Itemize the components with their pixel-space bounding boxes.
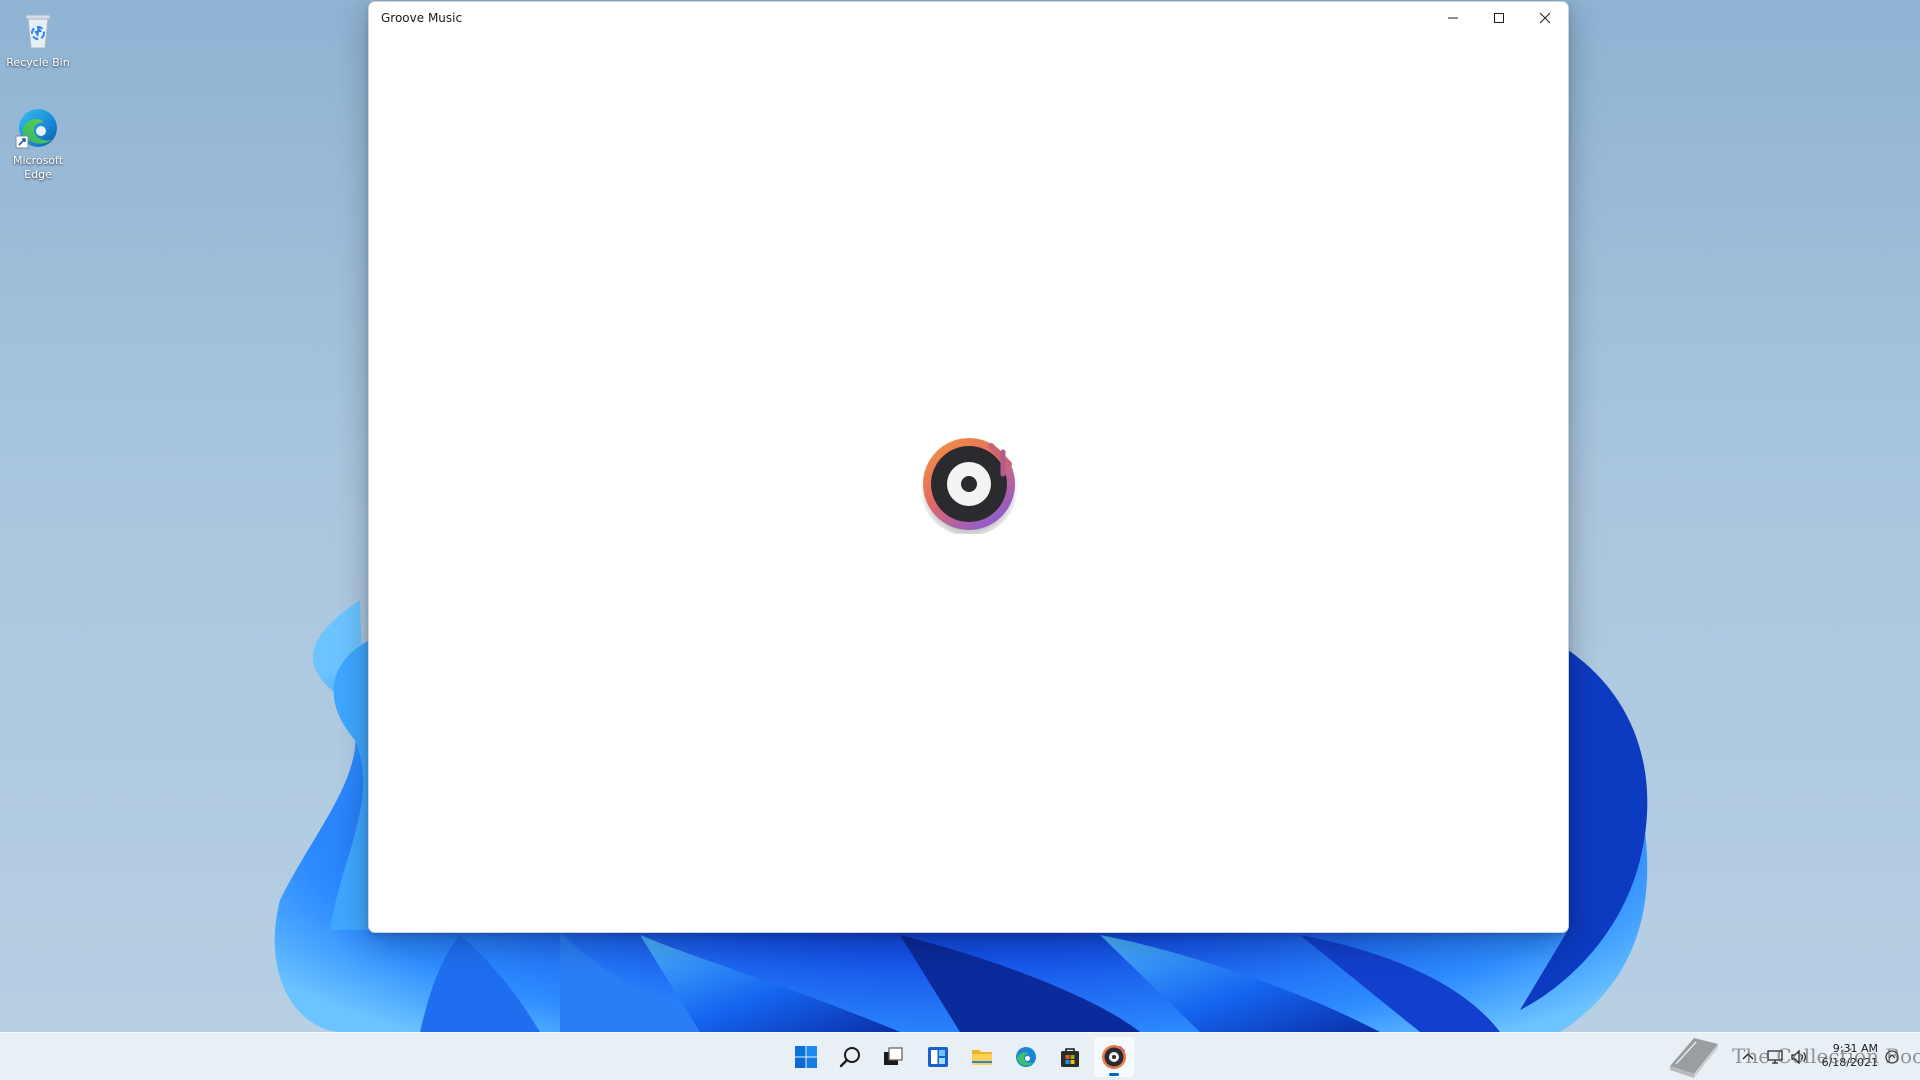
taskbar-search-button[interactable] <box>830 1037 870 1077</box>
close-button[interactable] <box>1522 2 1568 34</box>
close-icon <box>1539 12 1551 24</box>
watermark-text: The Collection Book <box>1732 1044 1920 1068</box>
task-view-icon <box>884 1047 903 1065</box>
taskbar-file-explorer-button[interactable] <box>962 1037 1002 1077</box>
maximize-button[interactable] <box>1476 2 1522 34</box>
taskbar-start-button[interactable] <box>786 1037 826 1077</box>
book-icon <box>1670 1038 1718 1078</box>
edge-icon <box>1016 1047 1036 1067</box>
maximize-icon <box>1494 13 1504 23</box>
desktop-icon-label: Microsoft Edge <box>12 154 64 181</box>
desktop-icon-microsoft-edge[interactable]: Microsoft Edge <box>0 104 76 182</box>
groove-music-window[interactable]: Groove Music <box>368 1 1569 933</box>
taskbar-groove-music-button[interactable] <box>1094 1037 1134 1077</box>
groove-music-logo <box>920 438 1018 534</box>
taskbar: 9:31 AM 6/18/2021 <box>0 1032 1920 1080</box>
running-app-indicator <box>1109 1073 1119 1076</box>
groove-music-icon <box>1102 1045 1126 1069</box>
windows-logo-icon <box>795 1046 817 1068</box>
minimize-button[interactable] <box>1430 2 1476 34</box>
store-icon <box>1061 1048 1079 1067</box>
recycle-bin-icon <box>25 14 51 49</box>
search-icon <box>839 1047 860 1068</box>
taskbar-store-button[interactable] <box>1050 1037 1090 1077</box>
widgets-icon <box>928 1047 948 1067</box>
taskbar-task-view-button[interactable] <box>873 1037 913 1077</box>
minimize-icon <box>1448 17 1458 19</box>
window-titlebar[interactable]: Groove Music <box>369 2 1568 34</box>
desktop-icon-label: Recycle Bin <box>6 56 70 69</box>
desktop-icon-recycle-bin[interactable]: Recycle Bin <box>0 6 76 70</box>
taskbar-widgets-button[interactable] <box>918 1037 958 1077</box>
watermark: The Collection Book <box>1664 1030 1920 1080</box>
window-title: Groove Music <box>381 11 463 25</box>
edge-icon <box>15 109 57 149</box>
folder-icon <box>972 1050 992 1065</box>
taskbar-edge-button[interactable] <box>1006 1037 1046 1077</box>
